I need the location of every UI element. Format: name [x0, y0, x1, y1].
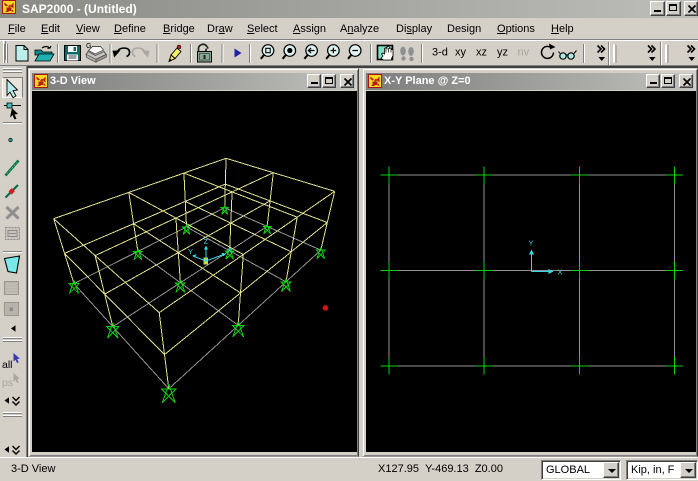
svg-text:xz: xz — [476, 47, 487, 59]
svg-text:all: all — [2, 359, 13, 371]
svg-text:3-d: 3-d — [432, 47, 448, 59]
svg-text:Y: Y — [529, 239, 534, 248]
svg-text:Z: Z — [204, 237, 209, 246]
svg-text:nv: nv — [518, 47, 530, 59]
svg-text:yz: yz — [497, 47, 508, 59]
svg-text:ps: ps — [2, 377, 13, 389]
svg-text:X: X — [227, 246, 232, 255]
svg-text:Y: Y — [188, 247, 193, 256]
svg-text:xy: xy — [455, 47, 467, 59]
svg-text:X: X — [558, 268, 563, 277]
